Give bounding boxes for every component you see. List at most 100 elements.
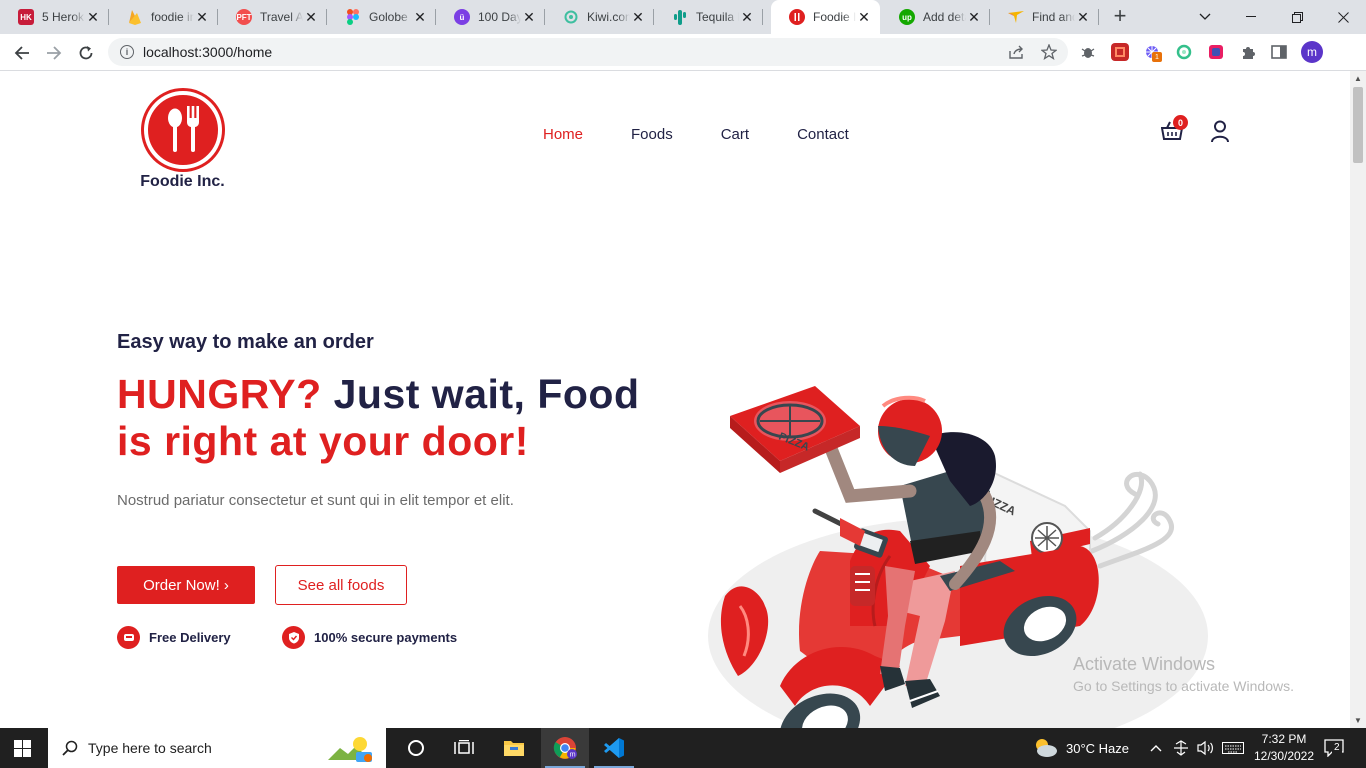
site-info-icon[interactable]: i (120, 45, 134, 59)
feature-label: 100% secure payments (314, 630, 458, 645)
bookmark-star-icon[interactable] (1035, 38, 1063, 66)
taskbar-search-box[interactable]: Type here to search (48, 728, 386, 768)
taskbar-clock[interactable]: 7:32 PM 12/30/2022 (1252, 731, 1316, 765)
weather-text: 30°C Haze (1066, 740, 1130, 756)
file-explorer-icon[interactable] (490, 728, 538, 768)
puzzle-badge-extension-icon[interactable]: 1 (1143, 43, 1162, 62)
user-icon[interactable] (1210, 120, 1232, 144)
hero-subtitle: Easy way to make an order (117, 331, 374, 353)
svg-text:m: m (570, 752, 576, 759)
browser-tab[interactable]: Kiwi.com ✕ (545, 0, 654, 34)
page-scrollbar[interactable]: ▲ ▼ (1350, 71, 1366, 728)
cart-button[interactable]: 0 (1160, 115, 1188, 145)
reload-icon[interactable] (72, 39, 100, 67)
browser-tab[interactable]: HK 5 Heroku ✕ (0, 0, 109, 34)
browser-tab[interactable]: Golobe ✕ (327, 0, 436, 34)
hero-title: HUNGRY? Just wait, Food is right at your… (117, 371, 677, 465)
back-arrow-icon[interactable] (8, 39, 36, 67)
heroku-favicon-icon: HK (18, 9, 34, 25)
vscode-taskbar-icon[interactable] (590, 728, 638, 768)
windows-taskbar: Type here to search m 30°C Haze 7:32 PM … (0, 728, 1366, 768)
browser-tab-active[interactable]: Foodie Inc ✕ (771, 0, 880, 34)
tray-chevron-up-icon[interactable] (1150, 728, 1162, 768)
notification-count: 2 (1332, 742, 1342, 753)
site-logo[interactable]: Foodie Inc. (135, 91, 230, 191)
windows-activation-watermark: Activate Windows Go to Settings to activ… (1073, 654, 1294, 694)
weather-widget[interactable]: 30°C Haze (1032, 728, 1129, 768)
tab-title: 100 Days (478, 10, 521, 24)
watermark-line-1: Activate Windows (1073, 654, 1216, 674)
profile-avatar[interactable]: m (1301, 41, 1323, 63)
travel-favicon-icon: PFT (236, 9, 252, 25)
minimize-icon[interactable] (1228, 0, 1274, 34)
udemy-favicon-icon: ü (454, 9, 470, 25)
cactus-favicon-icon (672, 9, 688, 25)
tab-title: Travel Advisor (260, 10, 303, 24)
main-nav: Home Foods Cart Contact (543, 126, 897, 143)
cart-count-badge: 0 (1173, 115, 1188, 130)
close-tab-icon[interactable]: ✕ (739, 9, 755, 26)
browser-tab[interactable]: PFT Travel Advisor ✕ (218, 0, 327, 34)
feature-free-delivery: Free Delivery (117, 626, 231, 649)
tab-title: Golobe (369, 10, 408, 24)
scroll-thumb[interactable] (1353, 87, 1363, 163)
address-bar[interactable]: i localhost:3000/home (108, 38, 1068, 66)
close-tab-icon[interactable]: ✕ (303, 9, 319, 26)
close-tab-icon[interactable]: ✕ (856, 9, 872, 26)
share-icon[interactable] (1003, 38, 1031, 66)
windows-start-icon[interactable] (14, 740, 31, 757)
close-tab-icon[interactable]: ✕ (412, 9, 428, 26)
nav-link-cart[interactable]: Cart (721, 126, 749, 143)
green-extension-icon[interactable] (1175, 43, 1193, 61)
browser-tab[interactable]: up Add details ✕ (881, 0, 990, 34)
foodie-favicon-icon (789, 9, 805, 25)
close-tab-icon[interactable]: ✕ (966, 9, 982, 26)
close-window-icon[interactable] (1320, 0, 1366, 34)
tab-title: 5 Heroku (42, 10, 85, 24)
color-picker-extension-icon[interactable] (1207, 43, 1225, 61)
side-panel-icon[interactable] (1270, 43, 1288, 61)
nav-link-home[interactable]: Home (543, 126, 583, 143)
task-view-icon[interactable] (440, 728, 488, 768)
close-tab-icon[interactable]: ✕ (630, 9, 646, 26)
tab-title: Foodie Inc (813, 10, 856, 24)
see-all-foods-button[interactable]: See all foods (275, 565, 407, 605)
spoon-fork-logo-icon (143, 91, 222, 169)
network-icon[interactable] (1172, 728, 1190, 768)
scroll-down-arrow-icon[interactable]: ▼ (1354, 716, 1362, 725)
cortana-circle-icon[interactable] (392, 728, 440, 768)
close-tab-icon[interactable]: ✕ (521, 9, 537, 26)
figma-favicon-icon (345, 9, 361, 25)
forward-arrow-icon[interactable] (40, 39, 68, 67)
nav-link-contact[interactable]: Contact (797, 126, 849, 143)
volume-icon[interactable] (1196, 728, 1214, 768)
new-tab-icon[interactable]: + (1108, 4, 1132, 28)
colorzilla-extension-icon[interactable] (1111, 43, 1129, 61)
order-now-button[interactable]: Order Now! › (117, 566, 255, 604)
extensions-puzzle-icon[interactable] (1239, 43, 1257, 61)
logo-text: Foodie Inc. (140, 173, 225, 190)
feature-secure-payments: 100% secure payments (282, 626, 457, 649)
tab-search-icon[interactable] (1182, 0, 1228, 34)
bug-extension-icon[interactable] (1079, 43, 1097, 61)
search-placeholder: Type here to search (88, 740, 212, 756)
close-tab-icon[interactable]: ✕ (194, 9, 210, 26)
restore-icon[interactable] (1274, 0, 1320, 34)
browser-tab[interactable]: Find and ✕ (990, 0, 1099, 34)
browser-tab[interactable]: Tequila by Kiwi ✕ (654, 0, 763, 34)
weather-haze-icon (1036, 739, 1057, 757)
watermark-line-2: Go to Settings to activate Windows. (1073, 678, 1294, 694)
browser-tab[interactable]: ü 100 Days ✕ (436, 0, 545, 34)
scroll-up-arrow-icon[interactable]: ▲ (1354, 74, 1362, 83)
nav-link-foods[interactable]: Foods (631, 126, 673, 143)
notifications-icon[interactable]: 2 (1324, 728, 1344, 768)
upwork-favicon-icon: up (899, 9, 915, 25)
close-tab-icon[interactable]: ✕ (1075, 9, 1091, 26)
browser-tab[interactable]: foodie inc ✕ (109, 0, 218, 34)
hero-description: Nostrud pariatur consectetur et sunt qui… (117, 492, 514, 509)
close-tab-icon[interactable]: ✕ (85, 9, 101, 26)
tab-title: Find and (1032, 10, 1075, 24)
chrome-taskbar-icon[interactable]: m (541, 728, 589, 768)
shield-check-icon (282, 626, 305, 649)
keyboard-icon[interactable] (1222, 728, 1244, 768)
